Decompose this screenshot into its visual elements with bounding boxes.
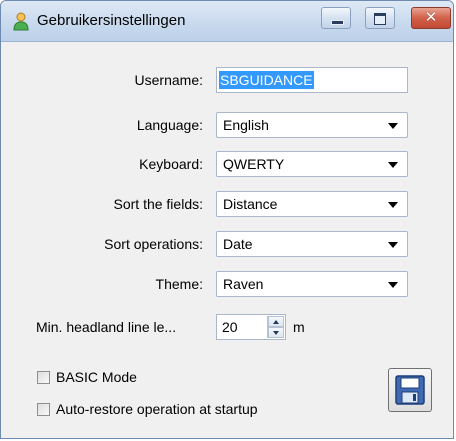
language-value: English: [223, 117, 269, 133]
min-headland-label: Min. headland line le...: [36, 319, 177, 335]
close-icon: ✕: [424, 9, 438, 26]
close-button[interactable]: ✕: [411, 7, 451, 29]
spin-buttons: [267, 316, 284, 338]
chevron-down-icon: [388, 242, 398, 248]
decrement-button[interactable]: [268, 327, 284, 338]
sort-operations-label: Sort operations:: [104, 236, 203, 252]
username-input[interactable]: SBGUIDANCE: [216, 67, 408, 93]
increment-button[interactable]: [268, 316, 284, 327]
username-label: Username:: [134, 72, 203, 88]
title-bar[interactable]: Gebruikersinstellingen ✕: [1, 1, 453, 42]
maximize-button[interactable]: [365, 7, 395, 29]
keyboard-label: Keyboard:: [139, 156, 203, 172]
sort-fields-select[interactable]: Distance: [216, 191, 408, 217]
window-title: Gebruikersinstellingen: [37, 12, 186, 29]
sort-fields-value: Distance: [223, 196, 278, 212]
settings-window: Gebruikersinstellingen ✕ Username: SBGUI…: [0, 0, 454, 439]
sort-operations-select[interactable]: Date: [216, 231, 408, 257]
theme-value: Raven: [223, 276, 264, 292]
sort-operations-value: Date: [223, 236, 253, 252]
keyboard-value: QWERTY: [223, 156, 285, 172]
save-button[interactable]: [388, 368, 432, 412]
username-value: SBGUIDANCE: [219, 71, 314, 89]
user-icon: [13, 12, 29, 31]
keyboard-select[interactable]: QWERTY: [216, 151, 408, 177]
language-label: Language:: [136, 117, 203, 133]
chevron-down-icon: [388, 162, 398, 168]
minimize-button[interactable]: [321, 7, 351, 29]
basic-mode-label: BASIC Mode: [56, 369, 137, 385]
min-headland-stepper[interactable]: 20: [216, 314, 286, 340]
theme-label: Theme:: [155, 276, 203, 292]
auto-restore-checkbox[interactable]: [37, 403, 50, 416]
minimize-icon: [331, 20, 344, 25]
chevron-down-icon: [388, 202, 398, 208]
auto-restore-label: Auto-restore operation at startup: [56, 401, 258, 417]
min-headland-value: 20: [222, 319, 238, 335]
basic-mode-checkbox[interactable]: [37, 371, 50, 384]
min-headland-unit: m: [293, 319, 305, 335]
floppy-disk-icon: [395, 375, 425, 405]
maximize-icon: [374, 13, 386, 25]
sort-fields-label: Sort the fields:: [113, 196, 204, 212]
language-select[interactable]: English: [216, 112, 408, 138]
chevron-down-icon: [388, 123, 398, 129]
chevron-down-icon: [388, 282, 398, 288]
theme-select[interactable]: Raven: [216, 271, 408, 297]
